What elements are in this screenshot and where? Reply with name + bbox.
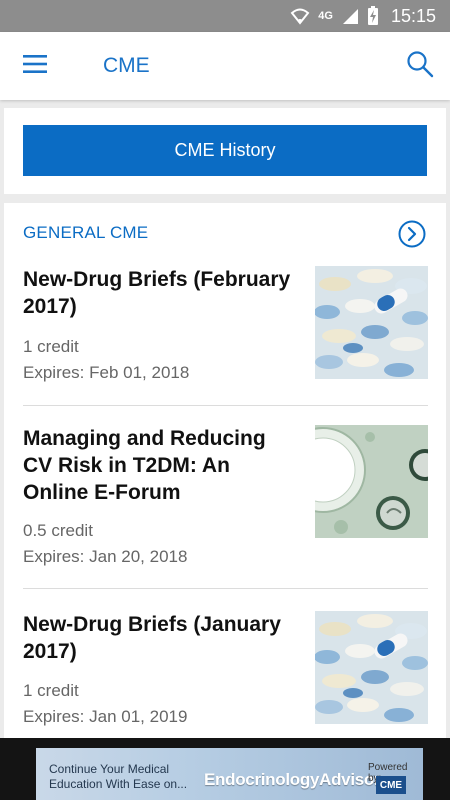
item-credit: 1 credit [23, 681, 79, 700]
pills-image [315, 266, 428, 379]
divider [23, 588, 428, 589]
pills-image [315, 611, 428, 724]
app-bar: CME [0, 32, 450, 100]
forum-graphic-image [315, 425, 428, 538]
general-cme-card: GENERAL CME New-Drug Briefs (February 20… [4, 203, 446, 763]
section-more-button[interactable] [398, 220, 426, 248]
item-title: Managing and Reducing CV Risk in T2DM: A… [23, 427, 266, 504]
divider [23, 405, 428, 406]
ad-link[interactable]: Continue Your Medical Education With Eas… [36, 748, 423, 800]
battery-charging-icon [367, 6, 379, 26]
item-credit: 1 credit [23, 337, 79, 356]
section-title: GENERAL CME [23, 223, 149, 242]
cme-logo: CME [376, 776, 406, 794]
item-expiry: Expires: Feb 01, 2018 [23, 363, 190, 382]
chevron-right-circle-icon [398, 220, 426, 252]
ad-brand: EndocrinologyAdvisor [204, 770, 381, 789]
search-button[interactable] [406, 50, 436, 80]
status-bar: 4G 15:15 [0, 0, 450, 32]
item-expiry: Expires: Jan 20, 2018 [23, 547, 188, 566]
item-expiry: Expires: Jan 01, 2019 [23, 707, 188, 726]
search-icon [406, 51, 434, 82]
list-item-cme-course[interactable]: New-Drug Briefs (February 2017) 1 credit… [4, 263, 446, 393]
hamburger-menu-icon [23, 54, 47, 78]
list-item-cme-course[interactable]: Managing and Reducing CV Risk in T2DM: A… [4, 425, 446, 575]
item-title: New-Drug Briefs (January 2017) [23, 613, 281, 663]
page-title: CME [103, 54, 150, 77]
item-credit: 0.5 credit [23, 521, 93, 540]
ad-banner: Continue Your Medical Education With Eas… [0, 738, 450, 800]
network-type: 4G [318, 10, 333, 22]
item-title: New-Drug Briefs (February 2017) [23, 268, 291, 318]
history-card: CME History [4, 108, 446, 194]
menu-button[interactable] [0, 32, 70, 100]
clock: 15:15 [390, 5, 436, 26]
ad-tagline: Continue Your Medical Education With Eas… [49, 762, 188, 791]
wifi-icon [290, 7, 310, 25]
signal-icon [341, 7, 359, 25]
cme-history-button[interactable]: CME History [23, 125, 427, 176]
